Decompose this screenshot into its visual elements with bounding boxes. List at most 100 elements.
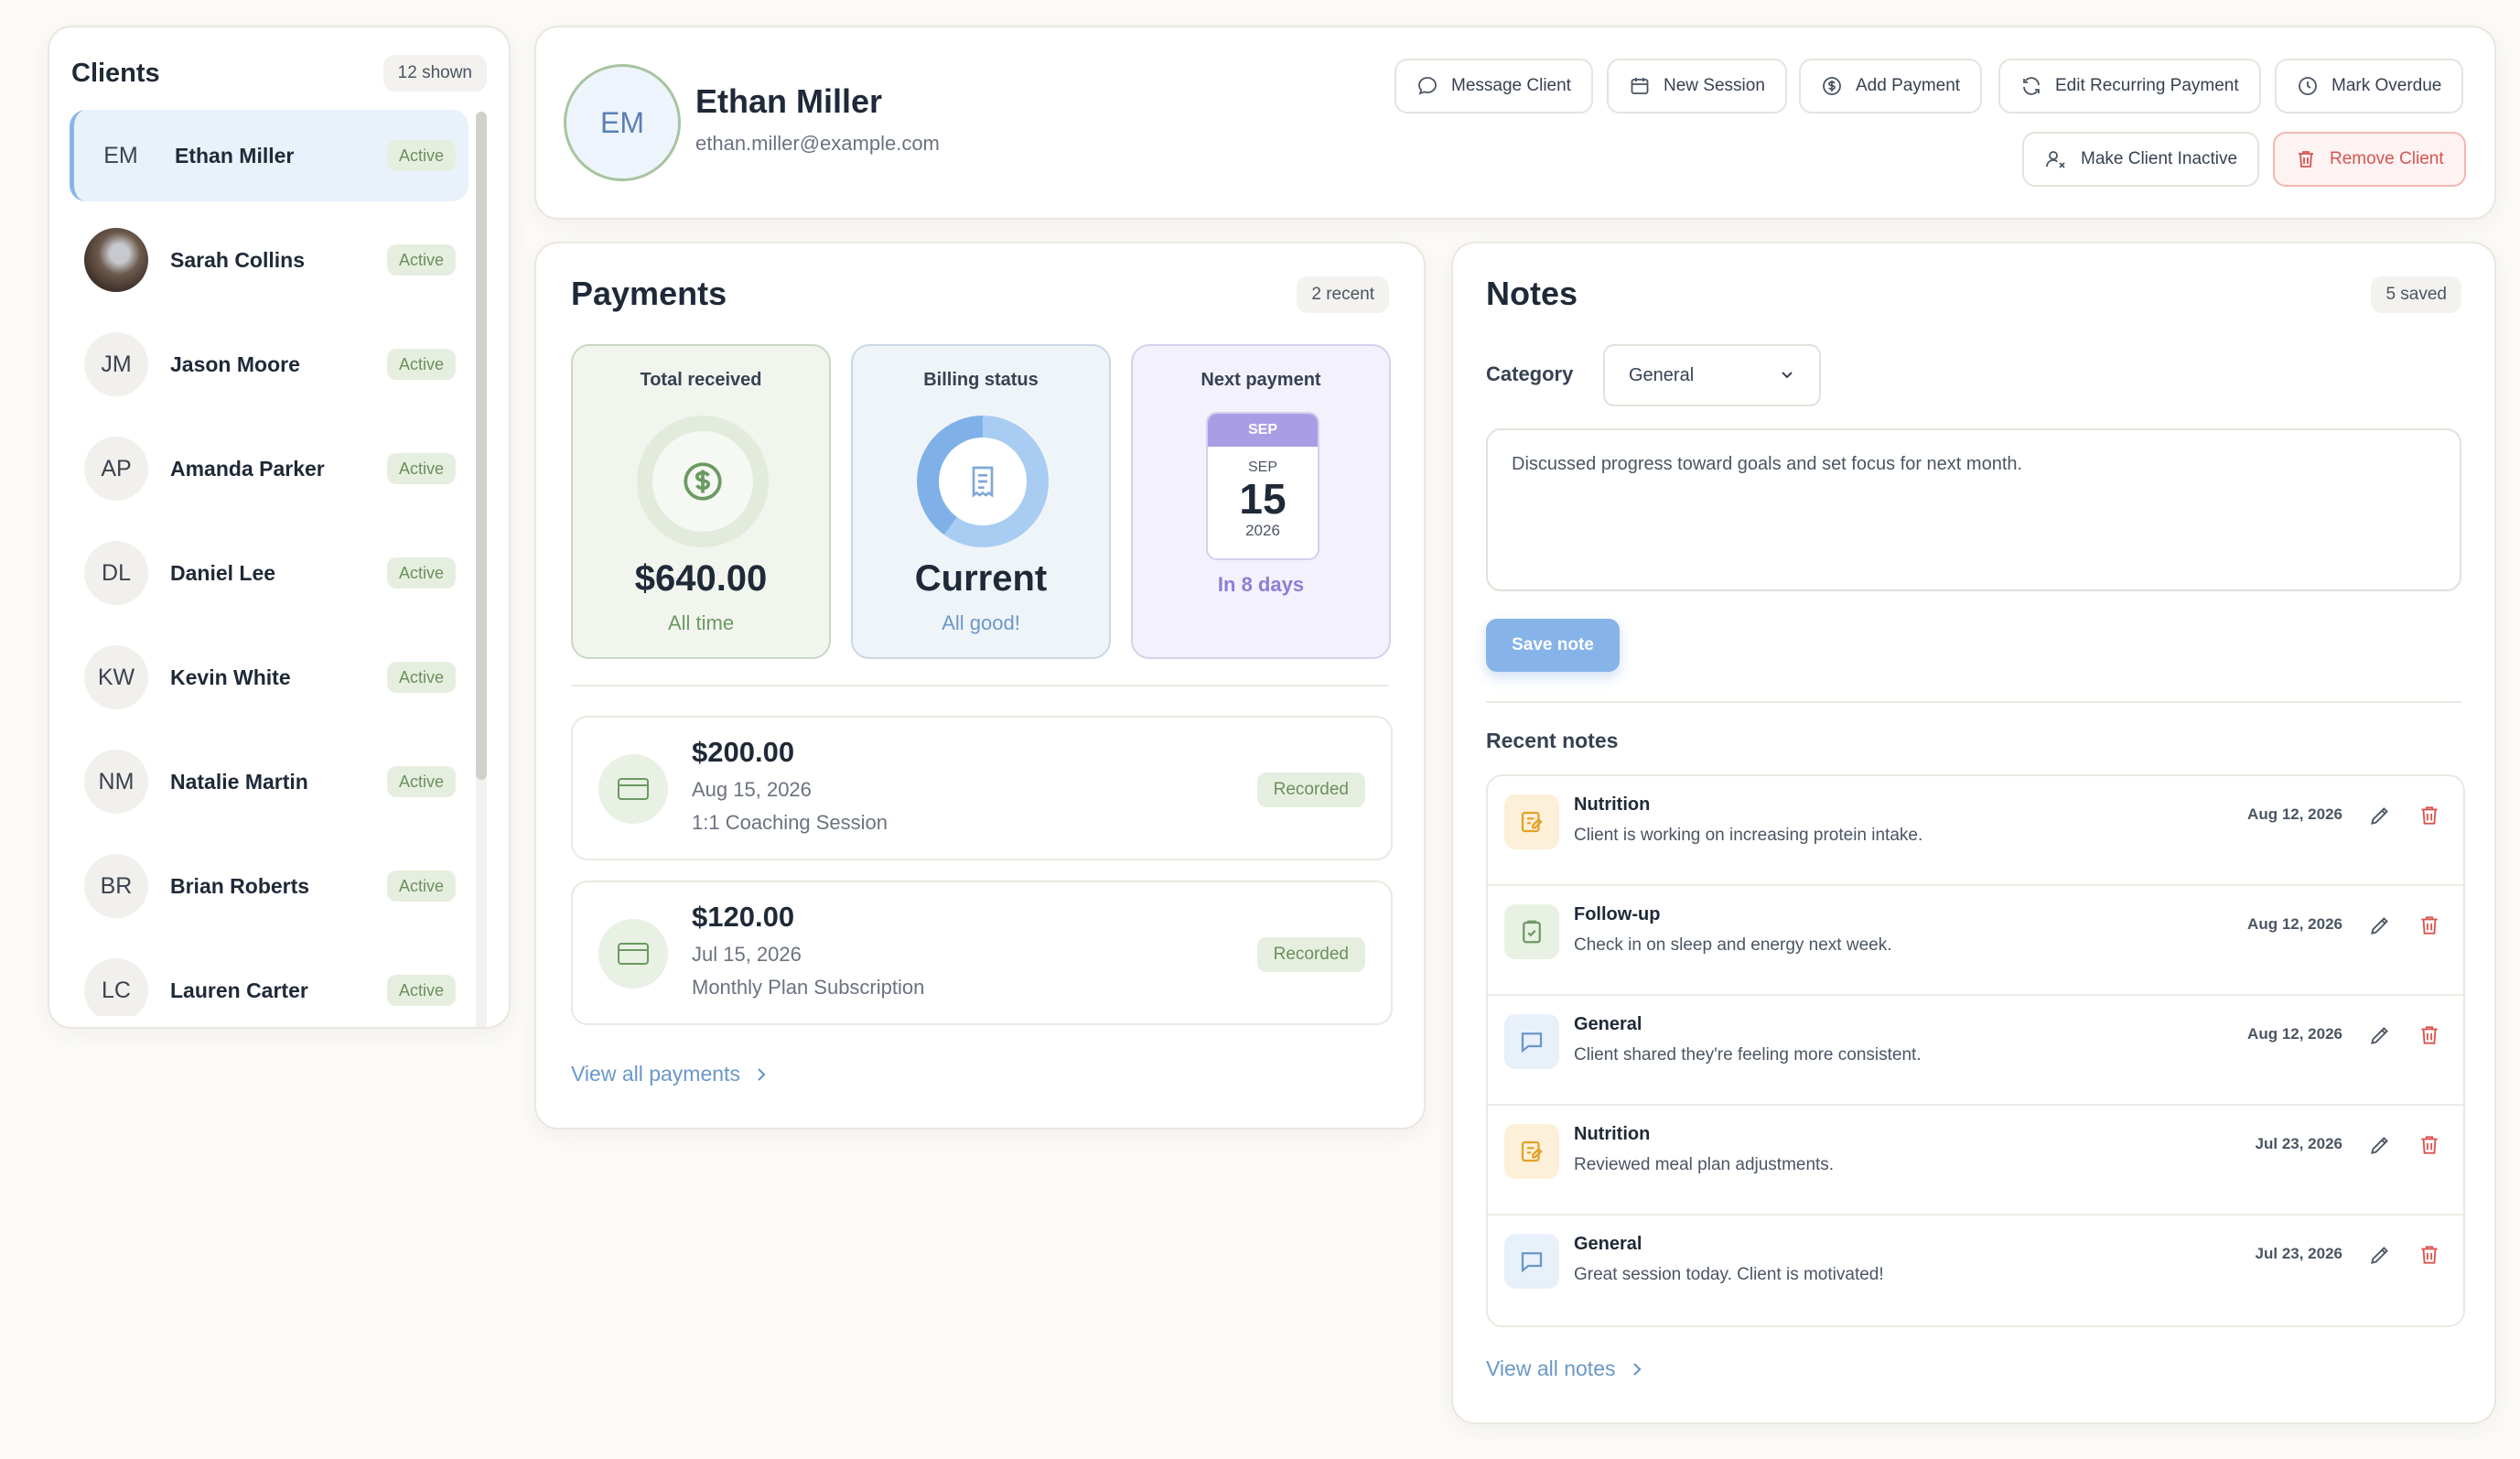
trash-icon[interactable] xyxy=(2418,913,2441,942)
category-value: General xyxy=(1629,364,1695,385)
status-badge: Active xyxy=(386,349,456,380)
calendar-month-header: SEP xyxy=(1208,414,1318,447)
payments-title: Payments xyxy=(571,275,727,312)
client-name: Brian Roberts xyxy=(170,873,310,898)
client-row-natalie-martin[interactable]: NM Natalie Martin Active xyxy=(70,736,468,827)
avatar: KW xyxy=(84,645,148,709)
client-name: Sarah Collins xyxy=(170,247,305,272)
view-all-payments-label: View all payments xyxy=(571,1062,740,1086)
recent-notes-label: Recent notes xyxy=(1486,729,1619,752)
billing-status-sub: All good! xyxy=(942,611,1020,634)
note-text: Reviewed meal plan adjustments. xyxy=(1574,1155,1835,1174)
view-all-notes-link[interactable]: View all notes xyxy=(1486,1356,1643,1381)
pencil-icon[interactable] xyxy=(2368,1133,2392,1162)
note-text: Client shared they're feeling more consi… xyxy=(1574,1045,1922,1065)
note-row: General Great session today. Client is m… xyxy=(1488,1216,2463,1325)
profile-avatar: EM xyxy=(564,64,681,181)
add-payment-button[interactable]: Add Payment xyxy=(1799,59,1983,113)
payment-row[interactable]: $120.00 Jul 15, 2026 Monthly Plan Subscr… xyxy=(571,881,1393,1025)
trash-icon xyxy=(2295,148,2317,170)
edit-recurring-payment-label: Edit Recurring Payment xyxy=(2055,76,2239,95)
note-row: Nutrition Reviewed meal plan adjustments… xyxy=(1488,1106,2463,1216)
note-text: Check in on sleep and energy next week. xyxy=(1574,935,1892,955)
payment-row[interactable]: $200.00 Aug 15, 2026 1:1 Coaching Sessio… xyxy=(571,716,1393,860)
nutrition-icon xyxy=(1504,794,1559,849)
calendar-year: 2026 xyxy=(1245,522,1280,539)
note-date: Jul 23, 2026 xyxy=(2255,1135,2342,1152)
payment-status-badge: Recorded xyxy=(1256,773,1365,807)
avatar: LC xyxy=(84,958,148,1016)
make-client-inactive-label: Make Client Inactive xyxy=(2081,149,2238,168)
client-name: Jason Moore xyxy=(170,351,300,376)
clients-header: Clients 12 shown xyxy=(71,51,487,95)
clients-panel: Clients 12 shown EM Ethan Miller Active … xyxy=(48,26,511,1029)
client-row-brian-roberts[interactable]: BR Brian Roberts Active xyxy=(70,840,468,932)
avatar: EM xyxy=(103,142,138,168)
status-badge: Active xyxy=(386,244,456,276)
billing-status-label: Billing status xyxy=(923,370,1039,390)
note-text: Great session today. Client is motivated… xyxy=(1574,1265,1884,1284)
client-list-scrollbar[interactable] xyxy=(476,112,487,1027)
avatar: JM xyxy=(84,332,148,396)
make-client-inactive-button[interactable]: Make Client Inactive xyxy=(2022,132,2260,187)
client-row-jason-moore[interactable]: JM Jason Moore Active xyxy=(70,319,468,410)
client-row-ethan-miller[interactable]: EM Ethan Miller Active xyxy=(70,110,468,201)
trash-icon[interactable] xyxy=(2418,1133,2441,1162)
scrollbar-thumb[interactable] xyxy=(476,112,487,780)
note-category: Nutrition xyxy=(1574,794,1651,815)
note-category: General xyxy=(1574,1014,1642,1034)
pencil-icon[interactable] xyxy=(2368,1243,2392,1271)
payments-panel: Payments 2 recent Total received $640.00… xyxy=(534,242,1426,1129)
client-profile-header: EM Ethan Miller ethan.miller@example.com… xyxy=(534,26,2496,220)
client-row-kevin-white[interactable]: KW Kevin White Active xyxy=(70,632,468,723)
clients-count-badge: 12 shown xyxy=(382,55,487,92)
payment-amount: $200.00 xyxy=(692,736,795,768)
note-row: General Client shared they're feeling mo… xyxy=(1488,996,2463,1106)
message-client-button[interactable]: Message Client xyxy=(1395,59,1593,113)
payment-description: 1:1 Coaching Session xyxy=(692,811,888,834)
pencil-icon[interactable] xyxy=(2368,804,2392,832)
edit-recurring-payment-button[interactable]: Edit Recurring Payment xyxy=(1998,59,2261,113)
save-note-button[interactable]: Save note xyxy=(1486,619,1620,672)
category-select[interactable]: General xyxy=(1603,344,1821,406)
message-client-label: Message Client xyxy=(1451,76,1571,95)
client-row-lauren-carter[interactable]: LC Lauren Carter Active xyxy=(70,945,468,1016)
trash-icon[interactable] xyxy=(2418,1243,2441,1271)
note-row: Nutrition Client is working on increasin… xyxy=(1488,776,2463,886)
pencil-icon[interactable] xyxy=(2368,913,2392,942)
divider xyxy=(571,685,1389,686)
notes-panel: Notes 5 saved Category General Discussed… xyxy=(1451,242,2496,1424)
new-session-button[interactable]: New Session xyxy=(1607,59,1787,113)
note-textarea[interactable]: Discussed progress toward goals and set … xyxy=(1486,428,2461,591)
profile-email: ethan.miller@example.com xyxy=(695,132,940,155)
avatar: DL xyxy=(84,541,148,605)
trash-icon[interactable] xyxy=(2418,1023,2441,1052)
payment-status-badge: Recorded xyxy=(1256,937,1365,972)
total-received-label: Total received xyxy=(640,370,762,390)
chat-bubble-icon xyxy=(1504,1014,1559,1069)
credit-card-icon xyxy=(598,919,668,989)
client-row-daniel-lee[interactable]: DL Daniel Lee Active xyxy=(70,527,468,619)
client-row-sarah-collins[interactable]: Sarah Collins Active xyxy=(70,214,468,306)
status-badge: Active xyxy=(386,140,456,171)
client-row-amanda-parker[interactable]: AP Amanda Parker Active xyxy=(70,423,468,514)
mark-overdue-button[interactable]: Mark Overdue xyxy=(2275,59,2464,113)
mark-overdue-label: Mark Overdue xyxy=(2332,76,2442,95)
pencil-icon[interactable] xyxy=(2368,1023,2392,1052)
client-name: Amanda Parker xyxy=(170,456,325,481)
trash-icon[interactable] xyxy=(2418,804,2441,832)
payment-date: Jul 15, 2026 xyxy=(692,943,802,966)
client-name: Lauren Carter xyxy=(170,978,308,1002)
dollar-circle-icon xyxy=(637,416,769,547)
credit-card-icon xyxy=(598,754,668,824)
add-payment-label: Add Payment xyxy=(1856,76,1961,95)
chevron-right-icon xyxy=(1631,1360,1643,1378)
remove-client-button[interactable]: Remove Client xyxy=(2273,132,2466,187)
client-name: Natalie Martin xyxy=(170,769,308,794)
divider xyxy=(1486,701,2461,703)
user-remove-icon xyxy=(2044,148,2068,170)
payment-description: Monthly Plan Subscription xyxy=(692,976,925,999)
note-date: Aug 12, 2026 xyxy=(2247,915,2342,933)
view-all-payments-link[interactable]: View all payments xyxy=(571,1062,768,1086)
remove-client-label: Remove Client xyxy=(2330,149,2444,168)
